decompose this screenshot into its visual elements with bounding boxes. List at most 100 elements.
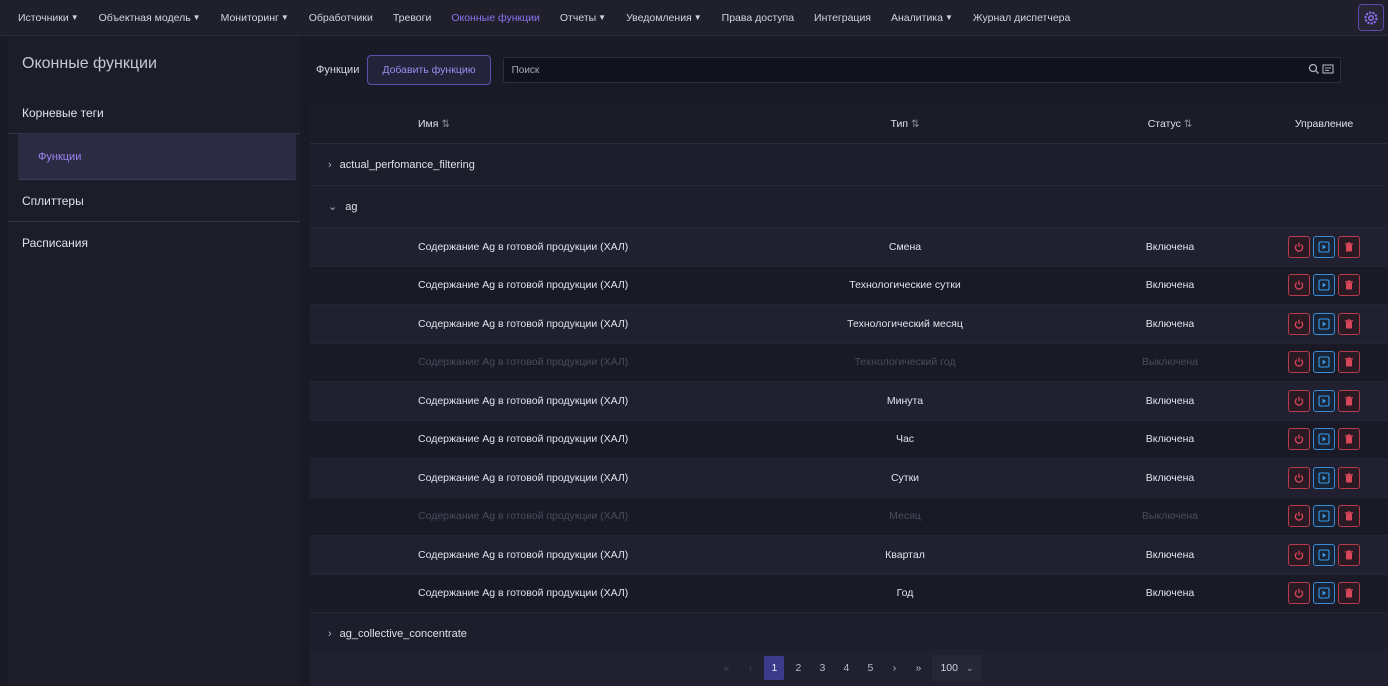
play-icon [1318, 356, 1330, 368]
run-button[interactable] [1313, 235, 1335, 258]
delete-button[interactable] [1338, 351, 1360, 374]
delete-button[interactable] [1338, 274, 1360, 297]
delete-button[interactable] [1338, 466, 1360, 489]
power-icon [1294, 242, 1304, 252]
first-page-button[interactable]: « [716, 656, 736, 680]
sidebar-item-root-tags[interactable]: Корневые теги [8, 92, 300, 134]
run-button[interactable] [1313, 505, 1335, 528]
row-type: Технологический месяц [847, 317, 963, 330]
table-row[interactable]: Содержание Ag в готовой продукции (ХАЛ) М… [310, 497, 1388, 536]
toggle-power-button[interactable] [1288, 466, 1310, 489]
sidebar-item-schedules[interactable]: Расписания [8, 222, 300, 264]
nav-item-analytics[interactable]: Аналитика ▼ [881, 0, 963, 36]
group-row-ag-collective-concentrate[interactable]: › ag_collective_concentrate [310, 613, 1388, 655]
table-row[interactable]: Содержание Ag в готовой продукции (ХАЛ) С… [310, 459, 1388, 498]
row-status: Включена [1145, 240, 1195, 253]
toggle-power-button[interactable] [1288, 312, 1310, 335]
search-icon[interactable] [1308, 63, 1320, 75]
toggle-power-button[interactable] [1288, 582, 1310, 605]
prev-page-button[interactable]: ‹ [740, 656, 760, 680]
settings-button[interactable] [1358, 4, 1384, 31]
toggle-power-button[interactable] [1288, 235, 1310, 258]
nav-item-sources[interactable]: Источники ▼ [8, 0, 89, 36]
toggle-power-button[interactable] [1288, 505, 1310, 528]
run-button[interactable] [1313, 351, 1335, 374]
nav-item-access-rights[interactable]: Права доступа [712, 0, 804, 36]
nav-item-integration[interactable]: Интеграция [804, 0, 881, 36]
delete-button[interactable] [1338, 505, 1360, 528]
row-type: Минута [886, 394, 924, 407]
header-name[interactable]: Имя ⇅ [310, 118, 730, 130]
chevron-down-icon: ▼ [944, 13, 953, 22]
row-type: Технологические сутки [849, 279, 961, 292]
header-type[interactable]: Тип ⇅ [730, 118, 1080, 130]
play-icon [1318, 510, 1330, 522]
table-row[interactable]: Содержание Ag в готовой продукции (ХАЛ) Т… [310, 266, 1388, 305]
next-page-button[interactable]: › [884, 656, 904, 680]
run-button[interactable] [1313, 543, 1335, 566]
nav-item-dispatcher-log[interactable]: Журнал диспетчера [963, 0, 1080, 36]
last-page-button[interactable]: » [908, 656, 928, 680]
page-button[interactable]: 2 [788, 656, 808, 680]
table-row[interactable]: Содержание Ag в готовой продукции (ХАЛ) С… [310, 228, 1388, 267]
sidebar-item-functions[interactable]: Функции [18, 134, 296, 180]
table-row[interactable]: Содержание Ag в готовой продукции (ХАЛ) Г… [310, 574, 1388, 613]
group-row-ag[interactable]: ⌄ ag [310, 186, 1388, 228]
row-controls [1260, 428, 1388, 451]
nav-item-notifications[interactable]: Уведомления ▼ [616, 0, 712, 36]
sidebar-item-splitters[interactable]: Сплиттеры [8, 180, 300, 222]
delete-button[interactable] [1338, 582, 1360, 605]
search-input[interactable] [511, 64, 1292, 76]
table-row[interactable]: Содержание Ag в готовой продукции (ХАЛ) К… [310, 536, 1388, 575]
chevron-right-icon: › [328, 158, 332, 171]
header-status[interactable]: Статус ⇅ [1080, 118, 1260, 130]
page-button[interactable]: 1 [764, 656, 785, 680]
toggle-power-button[interactable] [1288, 428, 1310, 451]
power-icon [1294, 511, 1304, 521]
sidebar: Оконные функции Корневые теги Функции Сп… [8, 36, 300, 686]
table-body: Содержание Ag в готовой продукции (ХАЛ) С… [310, 228, 1388, 613]
page-button[interactable]: 4 [836, 656, 856, 680]
row-status: Выключена [1142, 356, 1198, 369]
delete-button[interactable] [1338, 235, 1360, 258]
table-row[interactable]: Содержание Ag в готовой продукции (ХАЛ) М… [310, 382, 1388, 421]
row-controls [1260, 351, 1388, 374]
run-button[interactable] [1313, 428, 1335, 451]
nav-item-window-functions[interactable]: Оконные функции [441, 0, 550, 36]
table-row[interactable]: Содержание Ag в готовой продукции (ХАЛ) Т… [310, 305, 1388, 344]
run-button[interactable] [1313, 466, 1335, 489]
power-icon [1294, 588, 1304, 598]
run-button[interactable] [1313, 274, 1335, 297]
row-name: Содержание Ag в готовой продукции (ХАЛ) [418, 317, 629, 330]
table-row[interactable]: Содержание Ag в готовой продукции (ХАЛ) Ч… [310, 420, 1388, 459]
nav-item-alarms[interactable]: Тревоги [383, 0, 442, 36]
group-row-actual-perfomance-filtering[interactable]: › actual_perfomance_filtering [310, 144, 1388, 186]
delete-button[interactable] [1338, 312, 1360, 335]
trash-icon [1345, 280, 1353, 290]
page-button[interactable]: 3 [812, 656, 832, 680]
delete-button[interactable] [1338, 389, 1360, 412]
nav-item-object-model[interactable]: Объектная модель ▼ [89, 0, 211, 36]
toggle-power-button[interactable] [1288, 274, 1310, 297]
run-button[interactable] [1313, 582, 1335, 605]
nav-item-monitoring[interactable]: Мониторинг ▼ [211, 0, 299, 36]
row-status: Включена [1145, 587, 1195, 600]
add-function-button[interactable]: Добавить функцию [367, 55, 491, 85]
table-header: Имя ⇅ Тип ⇅ Статус ⇅ Управление [310, 104, 1388, 144]
row-controls [1260, 274, 1388, 297]
nav-item-handlers[interactable]: Обработчики [299, 0, 383, 36]
page-button[interactable]: 5 [860, 656, 880, 680]
delete-button[interactable] [1338, 428, 1360, 451]
toggle-power-button[interactable] [1288, 543, 1310, 566]
trash-icon [1345, 511, 1353, 521]
run-button[interactable] [1313, 389, 1335, 412]
toggle-power-button[interactable] [1288, 351, 1310, 374]
filter-icon[interactable] [1322, 63, 1334, 75]
delete-button[interactable] [1338, 543, 1360, 566]
page-size-select[interactable]: 100 ⌄ [932, 655, 982, 681]
table-row[interactable]: Содержание Ag в готовой продукции (ХАЛ) Т… [310, 343, 1388, 382]
row-type: Час [895, 433, 915, 446]
nav-item-reports[interactable]: Отчеты ▼ [550, 0, 616, 36]
run-button[interactable] [1313, 312, 1335, 335]
toggle-power-button[interactable] [1288, 389, 1310, 412]
